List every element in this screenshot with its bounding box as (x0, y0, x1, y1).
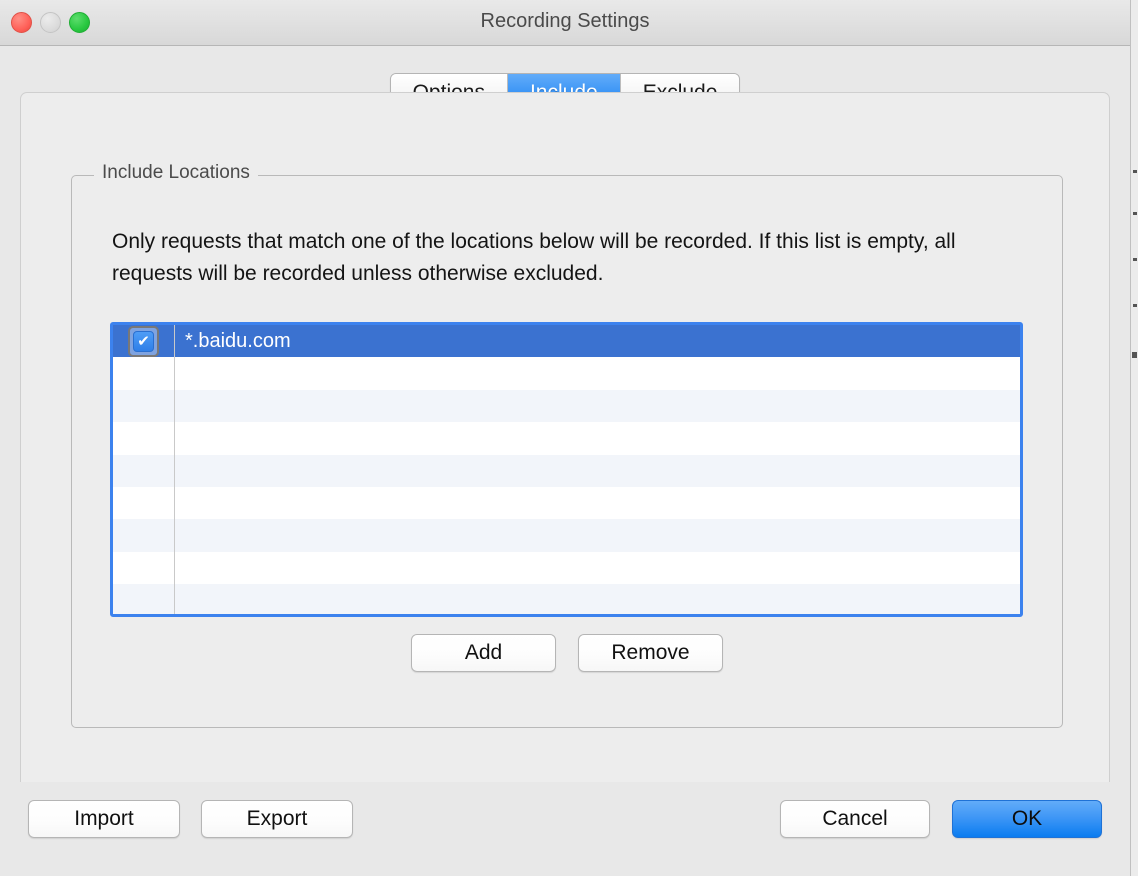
include-locations-groupbox: Include Locations Only requests that mat… (71, 162, 1063, 728)
table-row[interactable] (113, 422, 1020, 455)
row-checkbox-cell[interactable] (113, 357, 174, 389)
table-row[interactable] (113, 551, 1020, 585)
footer-right-actions: Cancel OK (780, 800, 1102, 838)
row-checkbox-cell[interactable]: ✔ (113, 325, 174, 357)
checkmark-icon: ✔ (137, 331, 150, 350)
table-row[interactable] (113, 584, 1020, 614)
ok-button[interactable]: OK (952, 800, 1102, 838)
remove-button[interactable]: Remove (578, 634, 723, 672)
row-checkbox-cell[interactable] (113, 390, 174, 422)
table-row[interactable] (113, 357, 1020, 390)
row-checkbox-cell[interactable] (113, 455, 174, 487)
background-text-fragment (1132, 352, 1137, 358)
dialog-footer: Import Export Cancel OK (0, 798, 1130, 876)
background-text-fragment (1133, 212, 1137, 215)
table-row[interactable] (113, 389, 1020, 423)
window-title: Recording Settings (480, 10, 650, 32)
table-row[interactable] (113, 486, 1020, 520)
import-button[interactable]: Import (28, 800, 180, 838)
background-text-fragment (1133, 304, 1137, 307)
row-checkbox-cell[interactable] (113, 422, 174, 454)
table-row[interactable]: ✔ *.baidu.com (113, 325, 1020, 358)
cancel-button[interactable]: Cancel (780, 800, 930, 838)
row-checkbox-cell[interactable] (113, 584, 174, 614)
locations-table-body: ✔ *.baidu.com (113, 325, 1020, 614)
export-button[interactable]: Export (201, 800, 353, 838)
background-text-fragment (1133, 170, 1137, 173)
row-location-value[interactable]: *.baidu.com (174, 330, 1020, 353)
add-button[interactable]: Add (411, 634, 556, 672)
checkbox-focus-ring: ✔ (128, 325, 159, 357)
content-panel: Include Locations Only requests that mat… (20, 92, 1110, 782)
background-window-sliver (1130, 0, 1138, 876)
table-row[interactable] (113, 519, 1020, 552)
row-checkbox-cell[interactable] (113, 552, 174, 584)
row-checkbox-cell[interactable] (113, 519, 174, 551)
footer-left-actions: Import Export (28, 800, 353, 838)
window-titlebar: Recording Settings (0, 0, 1130, 46)
background-text-fragment (1133, 258, 1137, 261)
row-checkbox-cell[interactable] (113, 487, 174, 519)
list-actions: Add Remove (72, 634, 1062, 672)
include-description: Only requests that match one of the loca… (112, 230, 956, 285)
recording-settings-window: Recording Settings Options Include Exclu… (0, 0, 1130, 876)
groupbox-legend: Include Locations (94, 162, 258, 184)
column-divider (174, 325, 175, 614)
locations-table[interactable]: ✔ *.baidu.com (110, 322, 1023, 617)
location-enabled-checkbox[interactable]: ✔ (133, 330, 154, 352)
table-row[interactable] (113, 454, 1020, 487)
